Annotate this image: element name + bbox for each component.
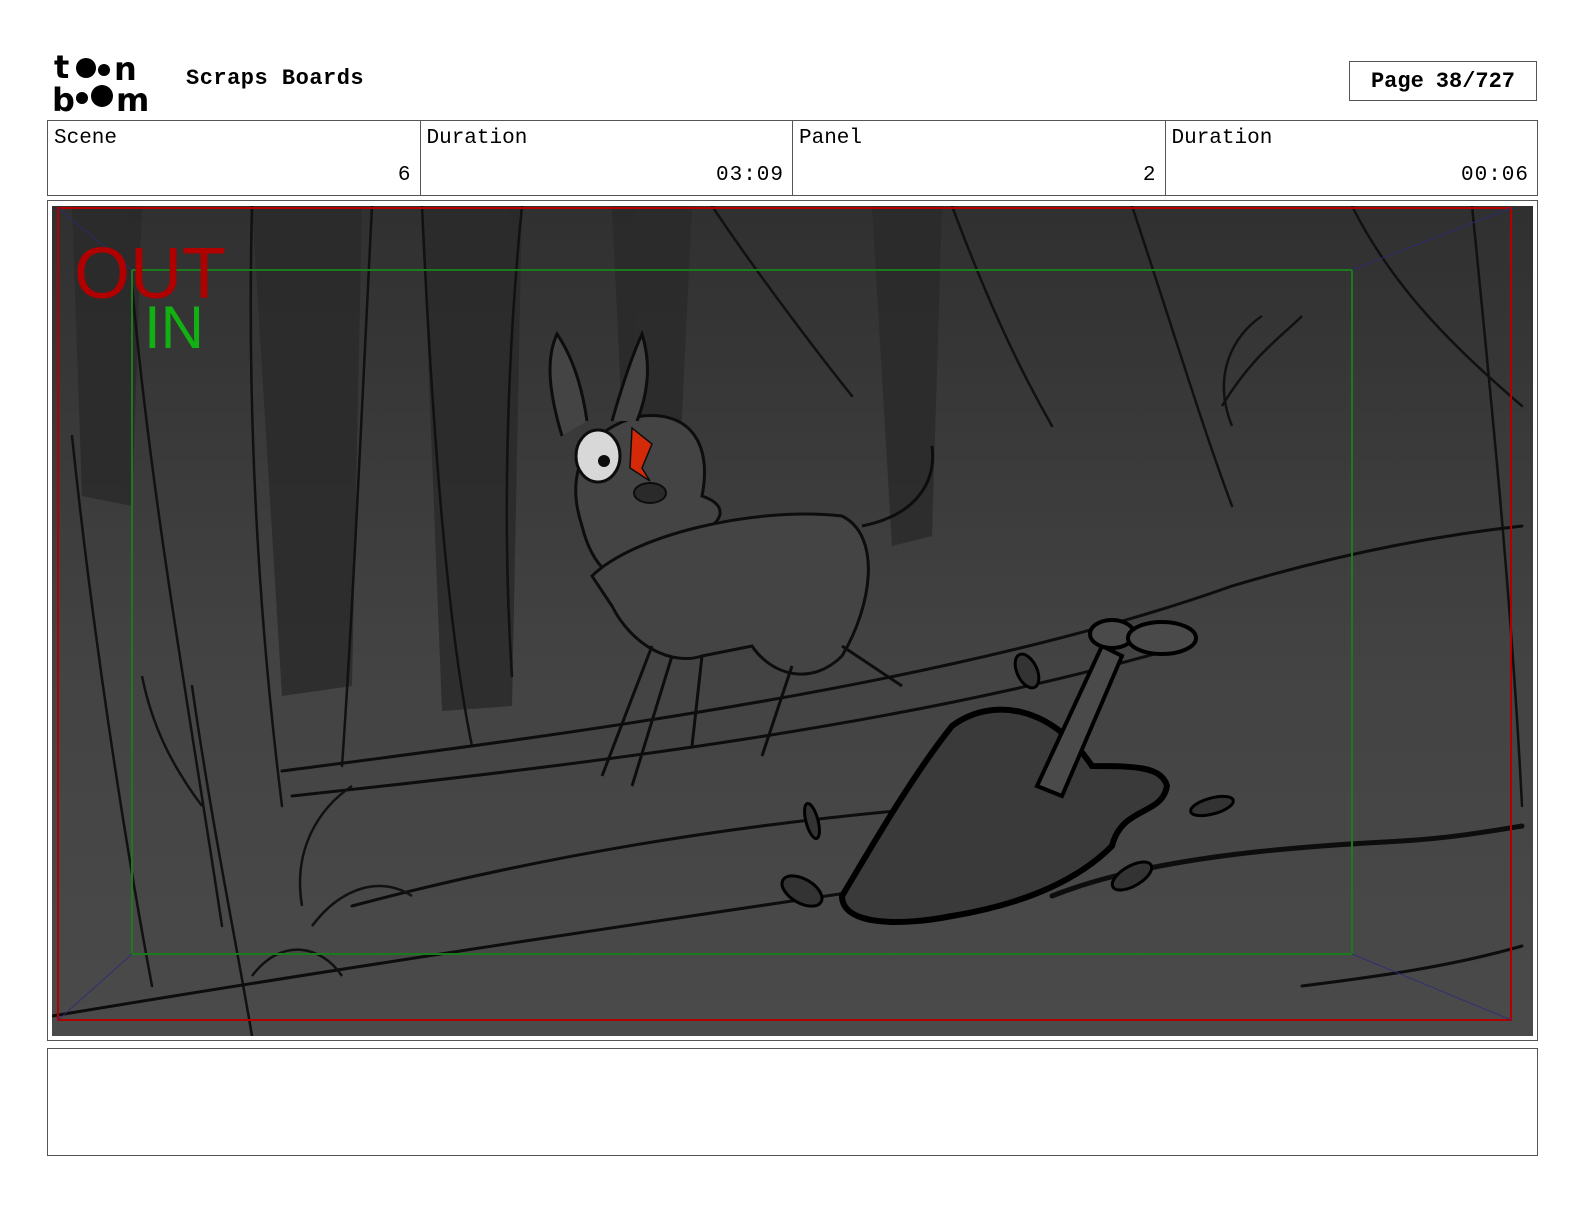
- panel-duration-cell: Duration 00:06: [1166, 121, 1538, 195]
- panel-notes-text: [48, 1049, 1537, 1065]
- panel-cell: Panel 2: [793, 121, 1166, 195]
- panel-duration-value: 00:06: [1460, 164, 1529, 187]
- project-title: Scraps Boards: [186, 66, 365, 91]
- page-number: 38/727: [1435, 68, 1516, 94]
- scene-duration-cell: Duration 03:09: [421, 121, 793, 195]
- scene-duration-label: Duration: [426, 127, 528, 150]
- scene-duration-value: 03:09: [715, 164, 784, 187]
- svg-text:b: b: [52, 81, 75, 114]
- panel-label: Panel: [799, 127, 863, 150]
- scene-value: 6: [397, 164, 412, 187]
- page-label: Page: [1370, 68, 1424, 94]
- panel-duration-label: Duration: [1171, 127, 1273, 150]
- svg-text:m: m: [116, 81, 149, 114]
- in-label: IN: [144, 294, 204, 361]
- panel-value: 2: [1142, 164, 1157, 187]
- page-indicator: Page 38/727: [1349, 61, 1537, 101]
- storyboard-panel-image: OUT IN: [52, 206, 1533, 1036]
- scene-info-table: Scene 6 Duration 03:09 Panel 2 Duration …: [47, 120, 1538, 196]
- panel-notes-box: [47, 1048, 1538, 1156]
- scene-label: Scene: [54, 127, 118, 150]
- scene-cell: Scene 6: [48, 121, 421, 195]
- toon-boom-logo: t n b m: [52, 50, 149, 114]
